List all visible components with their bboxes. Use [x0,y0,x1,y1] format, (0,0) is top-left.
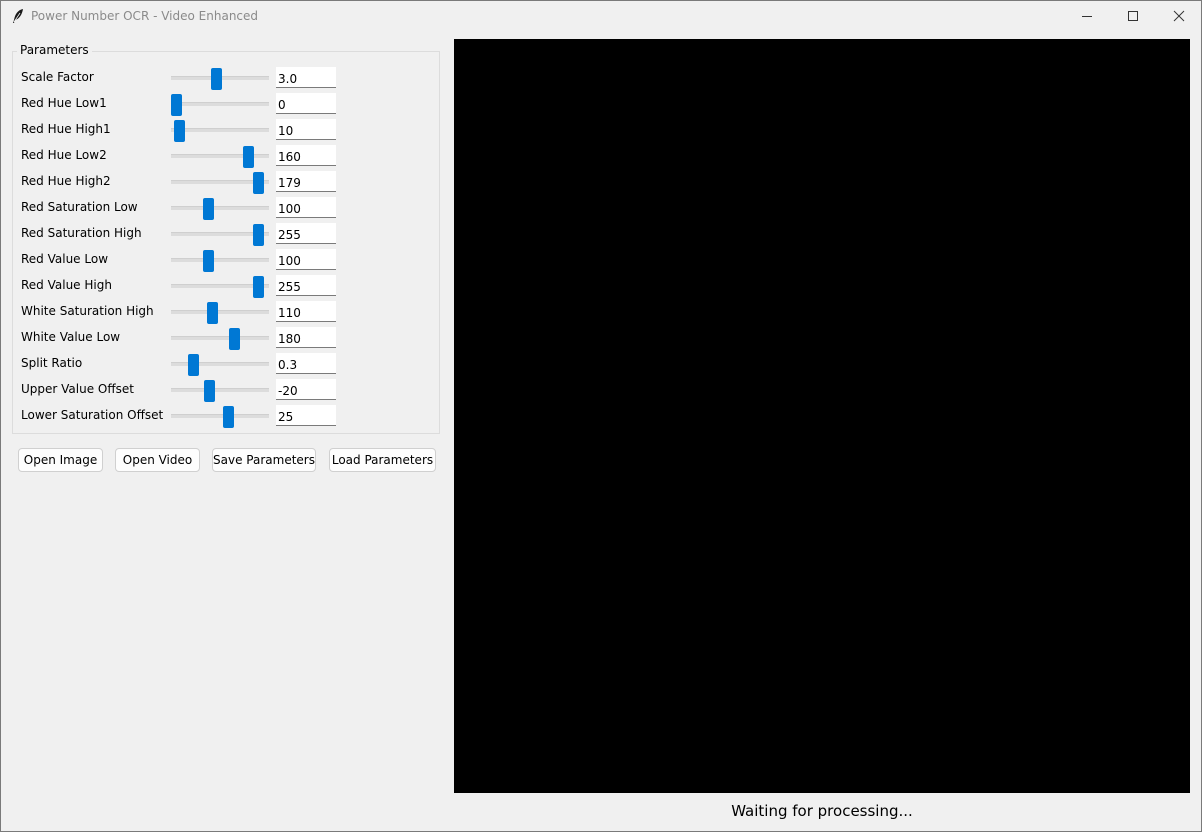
video-canvas[interactable] [454,39,1190,793]
parameter-row: White Saturation High [21,300,341,326]
slider-thumb[interactable] [243,146,255,168]
parameter-value-field[interactable] [276,379,336,400]
parameter-label: Red Hue High1 [21,122,111,136]
slider-thumb[interactable] [252,276,264,298]
parameter-label: Red Hue High2 [21,174,111,188]
parameter-value-field[interactable] [276,327,336,348]
slider-thumb[interactable] [229,328,241,350]
parameters-legend: Parameters [17,43,92,57]
slider-thumb[interactable] [203,250,215,272]
slider-track[interactable] [171,154,269,158]
parameter-row: Red Saturation Low [21,196,341,222]
parameter-value-field[interactable] [276,197,336,218]
parameter-label: White Saturation High [21,304,154,318]
close-icon [1173,10,1185,22]
slider-thumb[interactable] [174,120,186,142]
save-parameters-button[interactable]: Save Parameters [212,448,316,472]
parameter-value-field[interactable] [276,145,336,166]
open-image-button[interactable]: Open Image [18,448,103,472]
parameter-label: Lower Saturation Offset [21,408,164,422]
minimize-button[interactable] [1064,1,1110,31]
parameter-row: Red Hue Low1 [21,92,341,118]
parameter-label: White Value Low [21,330,121,344]
parameter-row: Scale Factor [21,66,341,92]
feather-icon [11,8,25,24]
status-label: Waiting for processing... [731,802,913,820]
parameter-value-field[interactable] [276,119,336,140]
slider-thumb[interactable] [204,380,216,402]
parameter-row: Red Saturation High [21,222,341,248]
slider-track[interactable] [171,258,269,262]
slider-thumb[interactable] [252,172,264,194]
parameter-value-field[interactable] [276,171,336,192]
load-parameters-button[interactable]: Load Parameters [329,448,436,472]
parameter-label: Red Hue Low1 [21,96,107,110]
minimize-icon [1082,16,1092,17]
slider-thumb[interactable] [203,198,215,220]
slider-thumb[interactable] [171,94,182,116]
parameter-value-field[interactable] [276,223,336,244]
parameter-label: Red Saturation High [21,226,142,240]
parameter-value-field[interactable] [276,405,336,426]
parameter-row: Split Ratio [21,352,341,378]
slider-track[interactable] [171,206,269,210]
slider-thumb[interactable] [188,354,200,376]
parameter-label: Scale Factor [21,70,94,84]
maximize-icon [1128,11,1138,21]
parameter-value-field[interactable] [276,353,336,374]
parameter-row: Lower Saturation Offset [21,404,341,430]
slider-thumb[interactable] [223,406,235,428]
slider-thumb[interactable] [211,68,223,90]
app-window: Power Number OCR - Video Enhanced Parame… [0,0,1202,832]
slider-track[interactable] [171,310,269,314]
title-bar[interactable]: Power Number OCR - Video Enhanced [1,1,1201,31]
slider-track[interactable] [171,414,269,418]
parameter-label: Red Value Low [21,252,109,266]
parameter-value-field[interactable] [276,67,336,88]
slider-thumb[interactable] [206,302,218,324]
slider-track[interactable] [171,336,269,340]
parameter-label: Split Ratio [21,356,83,370]
parameter-row: Red Value Low [21,248,341,274]
parameter-label: Upper Value Offset [21,382,134,396]
slider-track[interactable] [171,362,269,366]
parameter-row: Red Hue High2 [21,170,341,196]
window-title: Power Number OCR - Video Enhanced [31,9,259,23]
parameter-row: Red Hue High1 [21,118,341,144]
parameter-label: Red Saturation Low [21,200,138,214]
slider-track[interactable] [171,388,269,392]
maximize-button[interactable] [1110,1,1156,31]
open-video-button[interactable]: Open Video [115,448,200,472]
parameter-row: Red Value High [21,274,341,300]
slider-thumb[interactable] [252,224,264,246]
parameter-row: Red Hue Low2 [21,144,341,170]
parameter-label: Red Hue Low2 [21,148,107,162]
parameter-label: Red Value High [21,278,112,292]
parameter-value-field[interactable] [276,249,336,270]
parameter-row: Upper Value Offset [21,378,341,404]
parameter-value-field[interactable] [276,93,336,114]
parameter-value-field[interactable] [276,301,336,322]
slider-track[interactable] [171,102,269,106]
parameter-value-field[interactable] [276,275,336,296]
close-button[interactable] [1156,1,1202,31]
parameter-row: White Value Low [21,326,341,352]
slider-track[interactable] [171,128,269,132]
